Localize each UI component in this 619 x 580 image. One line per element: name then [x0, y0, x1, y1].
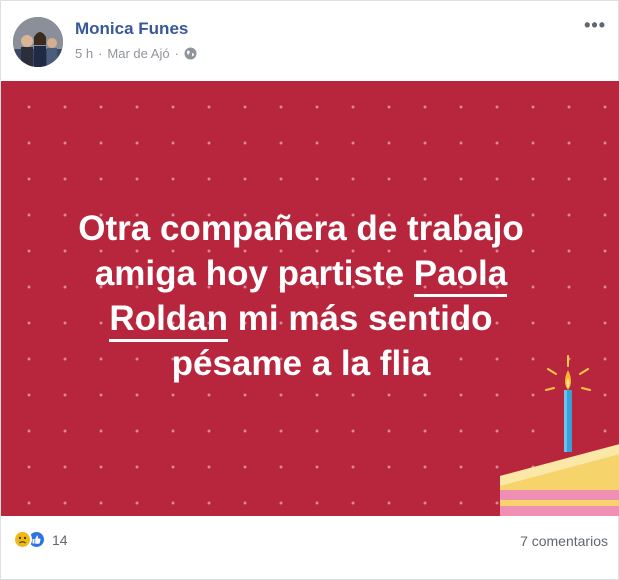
comments-count-link[interactable]: 7 comentarios — [520, 533, 608, 549]
meta-separator-2: · — [174, 46, 179, 61]
post-message: Otra compañera de trabajo amiga hoy part… — [31, 206, 571, 386]
post-meta: 5 h · Mar de Ajó · — [75, 46, 197, 61]
message-line-2-text: amiga hoy partiste — [94, 254, 414, 293]
author-avatar[interactable] — [13, 17, 63, 67]
more-options-button[interactable]: ••• — [584, 15, 606, 36]
mention-link-first[interactable]: Paola — [413, 254, 508, 297]
message-line-1: Otra compañera de trabajo — [78, 209, 524, 248]
message-line-4: pésame a la flia — [171, 344, 431, 383]
reactions-summary[interactable]: 14 — [13, 530, 68, 549]
post-footer: 14 7 comentarios — [1, 516, 619, 566]
reaction-count[interactable]: 14 — [52, 532, 68, 548]
message-line-3: Roldan mi más sentido — [31, 296, 571, 342]
post-location[interactable]: Mar de Ajó — [107, 46, 169, 61]
meta-separator: · — [98, 46, 103, 61]
author-name[interactable]: Monica Funes — [75, 19, 188, 39]
message-line-3-text: mi más sentido — [228, 299, 493, 338]
post-time[interactable]: 5 h — [75, 46, 93, 61]
globe-icon[interactable] — [184, 47, 197, 60]
message-line-2: amiga hoy partiste Paola — [31, 251, 571, 297]
post-background-banner: Otra compañera de trabajo amiga hoy part… — [1, 81, 619, 516]
sad-icon — [13, 530, 32, 549]
mention-link-last[interactable]: Roldan — [109, 299, 229, 342]
facebook-post: Monica Funes 5 h · Mar de Ajó · ••• Otra… — [0, 0, 619, 580]
birthday-cake-icon — [500, 355, 619, 516]
avatar-photo — [13, 17, 63, 67]
post-header: Monica Funes 5 h · Mar de Ajó · ••• — [1, 1, 619, 81]
